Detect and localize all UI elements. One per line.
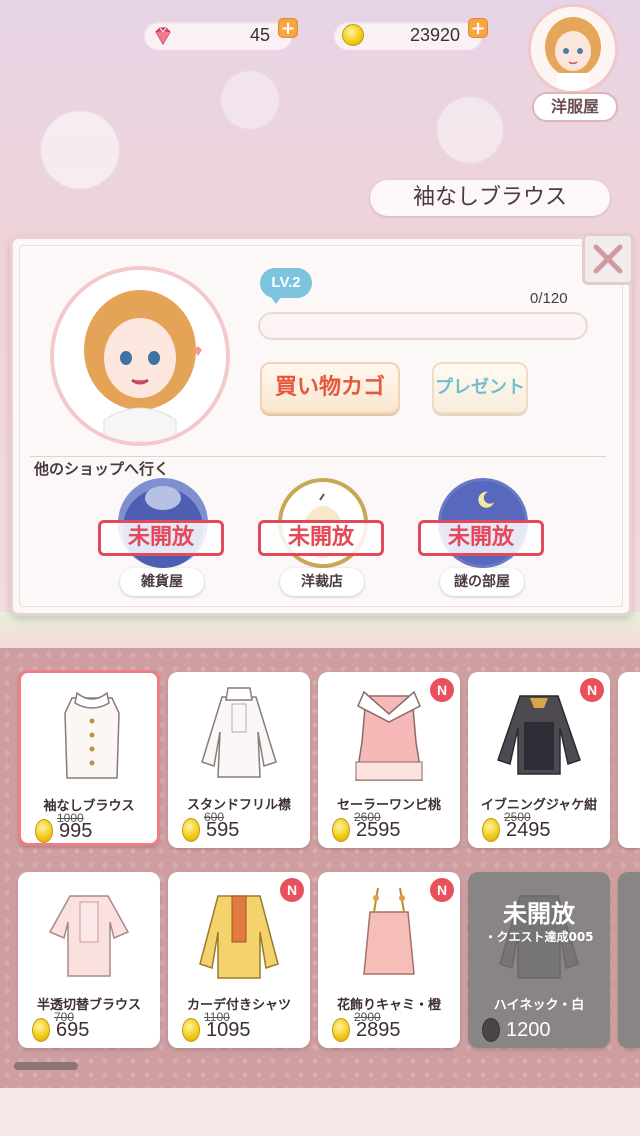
shopkeeper-avatar [528,4,618,94]
shop-mystery-room[interactable]: 未開放 謎の部屋 [418,478,548,600]
item-card[interactable]: N 花飾りキャミ・橙 2900 2895 [318,872,460,1048]
item-name: 花飾りキャミ・橙 [336,998,441,1013]
item-card[interactable]: スタンドフリル襟 600 595 [168,672,310,848]
gem-icon [155,27,171,45]
shop-tailor[interactable]: 未開放 洋裁店 [258,478,388,600]
item-card-partial[interactable] [618,872,640,1048]
locked-label: 未開放 [418,520,544,556]
coin-icon [35,819,53,843]
coin-icon [482,818,500,842]
locked-label: 未開放 [258,520,384,556]
add-coins-button[interactable]: + [468,18,488,38]
other-shops-label: 他のショップへ行く [34,460,170,478]
item-name: イブニングジャケ紺 [480,798,598,813]
item-price: 2895 [356,1019,401,1041]
plus-icon: + [280,18,296,39]
item-card[interactable]: N カーデ付きシャツ 1100 1095 [168,872,310,1048]
horizontal-scrollbar[interactable] [14,1062,78,1070]
item-card-partial[interactable] [618,672,640,848]
item-price: 595 [206,819,240,841]
new-badge: N [430,878,454,902]
locked-label: 未開放 [503,900,575,928]
selected-item-title: 袖なしブラウス [370,180,610,216]
new-badge: N [580,678,604,702]
item-card-locked[interactable]: 未開放 ・クエスト達成005 ハイネック・白 1200 [468,872,610,1048]
item-image [199,895,279,979]
coin-icon [182,1018,200,1042]
item-image [497,695,581,775]
item-image [363,887,415,975]
coin-icon [182,818,200,842]
coin-icon [482,1018,500,1042]
plus-icon: + [470,18,486,39]
close-button[interactable] [582,233,634,285]
item-image [48,895,130,977]
gem-counter: 45 + [144,18,298,50]
coin-icon [332,1018,350,1042]
item-name: 半透切替ブラウス [36,998,141,1013]
shop-general-store[interactable]: 未開放 雑貨屋 [98,478,228,600]
new-badge: N [430,678,454,702]
item-image [201,687,277,778]
shop-name: 洋裁店 [280,568,364,596]
background-floor [0,612,640,648]
add-gems-button[interactable]: + [278,18,298,38]
item-name: カーデ付きシャツ [186,998,291,1013]
item-name: セーラーワンピ桃 [336,798,441,813]
coin-count: 23920 [409,25,460,45]
item-card[interactable]: 袖なしブラウス 1000 995 [18,670,160,846]
item-price: 2595 [356,819,401,841]
item-price: 2495 [506,819,551,841]
shopkeeper-portrait [50,266,230,446]
coin-counter: 23920 + [334,18,488,50]
item-card[interactable]: 半透切替ブラウス 700 695 [18,872,160,1048]
coin-icon [332,818,350,842]
shop-name: 雑貨屋 [120,568,204,596]
item-image [355,690,423,781]
coin-icon [32,1018,50,1042]
item-name: 袖なしブラウス [43,799,135,814]
level-badge: LV.2 [260,268,312,304]
item-card[interactable]: N イブニングジャケ紺 2500 2495 [468,672,610,848]
item-price: 995 [59,820,93,842]
item-price: 1095 [206,1019,251,1041]
progress-text: 0/120 [530,290,568,307]
close-icon [593,244,623,274]
lace-border [0,1088,640,1136]
shop-name: 謎の部屋 [440,568,524,596]
item-price: 1200 [506,1019,551,1041]
locked-label: 未開放 [98,520,224,556]
item-card[interactable]: N セーラーワンピ桃 2600 2595 [318,672,460,848]
shop-name-tag: 洋服屋 [532,92,618,122]
coin-icon [342,24,364,46]
new-badge: N [280,878,304,902]
item-name: ハイネック・白 [493,998,585,1013]
unlock-requirement: ・クエスト達成005 [484,930,594,944]
shopkeeper-profile[interactable]: 洋服屋 [522,4,628,122]
item-price: 695 [56,1019,90,1041]
present-button[interactable]: プレゼント [432,362,528,414]
item-name: スタンドフリル襟 [186,798,291,813]
divider [30,456,606,457]
progress-bar [258,312,588,340]
item-image [64,691,120,779]
gem-count: 45 [249,25,270,45]
shopping-cart-button[interactable]: 買い物カゴ [260,362,400,414]
